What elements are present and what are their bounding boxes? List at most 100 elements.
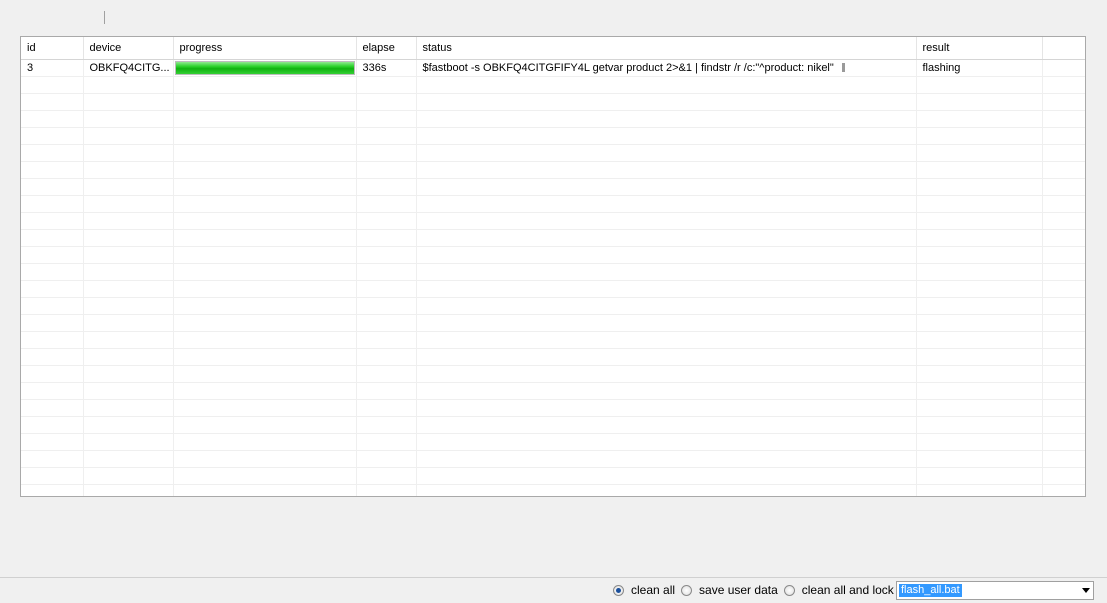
- empty-cell: [173, 178, 357, 196]
- empty-cell: [173, 433, 357, 451]
- col-header-result[interactable]: result: [916, 37, 1043, 60]
- col-header-progress[interactable]: progress: [173, 37, 357, 60]
- empty-cell: [173, 144, 357, 162]
- empty-cell: [83, 433, 174, 451]
- empty-cell: [173, 246, 357, 264]
- empty-cell: [416, 433, 917, 451]
- empty-cell: [416, 110, 917, 128]
- empty-row: [21, 314, 1085, 332]
- empty-cell: [83, 467, 174, 485]
- empty-cell: [83, 76, 174, 94]
- empty-cell: [173, 297, 357, 315]
- empty-row: [21, 280, 1085, 298]
- empty-cell: [416, 331, 917, 349]
- empty-cell: [1042, 484, 1085, 496]
- col-header-elapse[interactable]: elapse: [356, 37, 417, 60]
- script-select[interactable]: flash_all.bat: [896, 581, 1094, 600]
- empty-cell: [356, 348, 417, 366]
- empty-cell: [916, 76, 1043, 94]
- empty-cell: [1042, 280, 1085, 298]
- empty-cell: [83, 93, 174, 111]
- table-row[interactable]: 3 OBKFQ4CITG... 336s $fastboot -s OBKFQ4…: [21, 59, 1085, 77]
- empty-cell: [1042, 450, 1085, 468]
- empty-cell: [356, 416, 417, 434]
- option-clean-all-and-lock[interactable]: clean all and lock: [783, 583, 894, 597]
- empty-row: [21, 348, 1085, 366]
- option-clean-all[interactable]: clean all: [613, 583, 675, 597]
- empty-cell: [916, 348, 1043, 366]
- radio-save-user-data[interactable]: [681, 584, 693, 596]
- radio-clean-all[interactable]: [613, 584, 624, 596]
- cell-progress: [173, 59, 357, 77]
- empty-cell: [416, 399, 917, 417]
- empty-cell: [356, 93, 417, 111]
- empty-cell: [83, 484, 174, 496]
- empty-cell: [21, 382, 84, 400]
- empty-cell: [356, 365, 417, 383]
- empty-cell: [173, 382, 357, 400]
- option-save-user-data-label: save user data: [699, 583, 778, 597]
- empty-cell: [416, 467, 917, 485]
- empty-cell: [83, 399, 174, 417]
- empty-cell: [173, 280, 357, 298]
- empty-cell: [21, 127, 84, 145]
- empty-cell: [916, 484, 1043, 496]
- empty-cell: [1042, 195, 1085, 213]
- empty-cell: [416, 76, 917, 94]
- empty-cell: [173, 110, 357, 128]
- col-header-device[interactable]: device: [83, 37, 174, 60]
- empty-cell: [1042, 212, 1085, 230]
- empty-cell: [173, 76, 357, 94]
- empty-cell: [173, 212, 357, 230]
- empty-cell: [356, 399, 417, 417]
- empty-cell: [1042, 110, 1085, 128]
- empty-cell: [416, 195, 917, 213]
- empty-cell: [916, 467, 1043, 485]
- empty-row: [21, 365, 1085, 383]
- empty-row: [21, 161, 1085, 179]
- flash-mode-options: clean all save user data clean all and l…: [613, 583, 900, 597]
- col-header-id[interactable]: id: [21, 37, 84, 60]
- empty-cell: [21, 280, 84, 298]
- empty-row: [21, 144, 1085, 162]
- empty-cell: [916, 178, 1043, 196]
- radio-clean-all-and-lock[interactable]: [783, 584, 795, 596]
- empty-cell: [356, 178, 417, 196]
- empty-cell: [1042, 348, 1085, 366]
- empty-cell: [916, 195, 1043, 213]
- empty-cell: [21, 314, 84, 332]
- empty-cell: [83, 416, 174, 434]
- device-table: id device progress elapse status result …: [21, 37, 1085, 496]
- empty-cell: [416, 297, 917, 315]
- empty-cell: [416, 365, 917, 383]
- empty-cell: [416, 246, 917, 264]
- empty-row: [21, 93, 1085, 111]
- empty-cell: [356, 212, 417, 230]
- chevron-down-icon[interactable]: [1082, 588, 1090, 593]
- empty-cell: [416, 144, 917, 162]
- progress-bar-fill: [175, 61, 354, 74]
- empty-row: [21, 331, 1085, 349]
- empty-cell: [1042, 331, 1085, 349]
- cell-status: $fastboot -s OBKFQ4CITGFIFY4L getvar pro…: [416, 59, 917, 77]
- empty-cell: [83, 365, 174, 383]
- empty-cell: [356, 229, 417, 247]
- empty-cell: [1042, 144, 1085, 162]
- empty-cell: [173, 229, 357, 247]
- empty-cell: [83, 263, 174, 281]
- empty-cell: [356, 127, 417, 145]
- empty-cell: [173, 399, 357, 417]
- empty-row: [21, 110, 1085, 128]
- empty-cell: [916, 110, 1043, 128]
- empty-cell: [916, 263, 1043, 281]
- empty-cell: [1042, 467, 1085, 485]
- empty-cell: [21, 450, 84, 468]
- device-grid[interactable]: id device progress elapse status result …: [20, 36, 1086, 497]
- empty-row: [21, 127, 1085, 145]
- empty-row: [21, 382, 1085, 400]
- option-save-user-data[interactable]: save user data: [681, 583, 778, 597]
- empty-cell: [173, 365, 357, 383]
- empty-cell: [173, 450, 357, 468]
- empty-cell: [356, 246, 417, 264]
- col-header-status[interactable]: status: [416, 37, 917, 60]
